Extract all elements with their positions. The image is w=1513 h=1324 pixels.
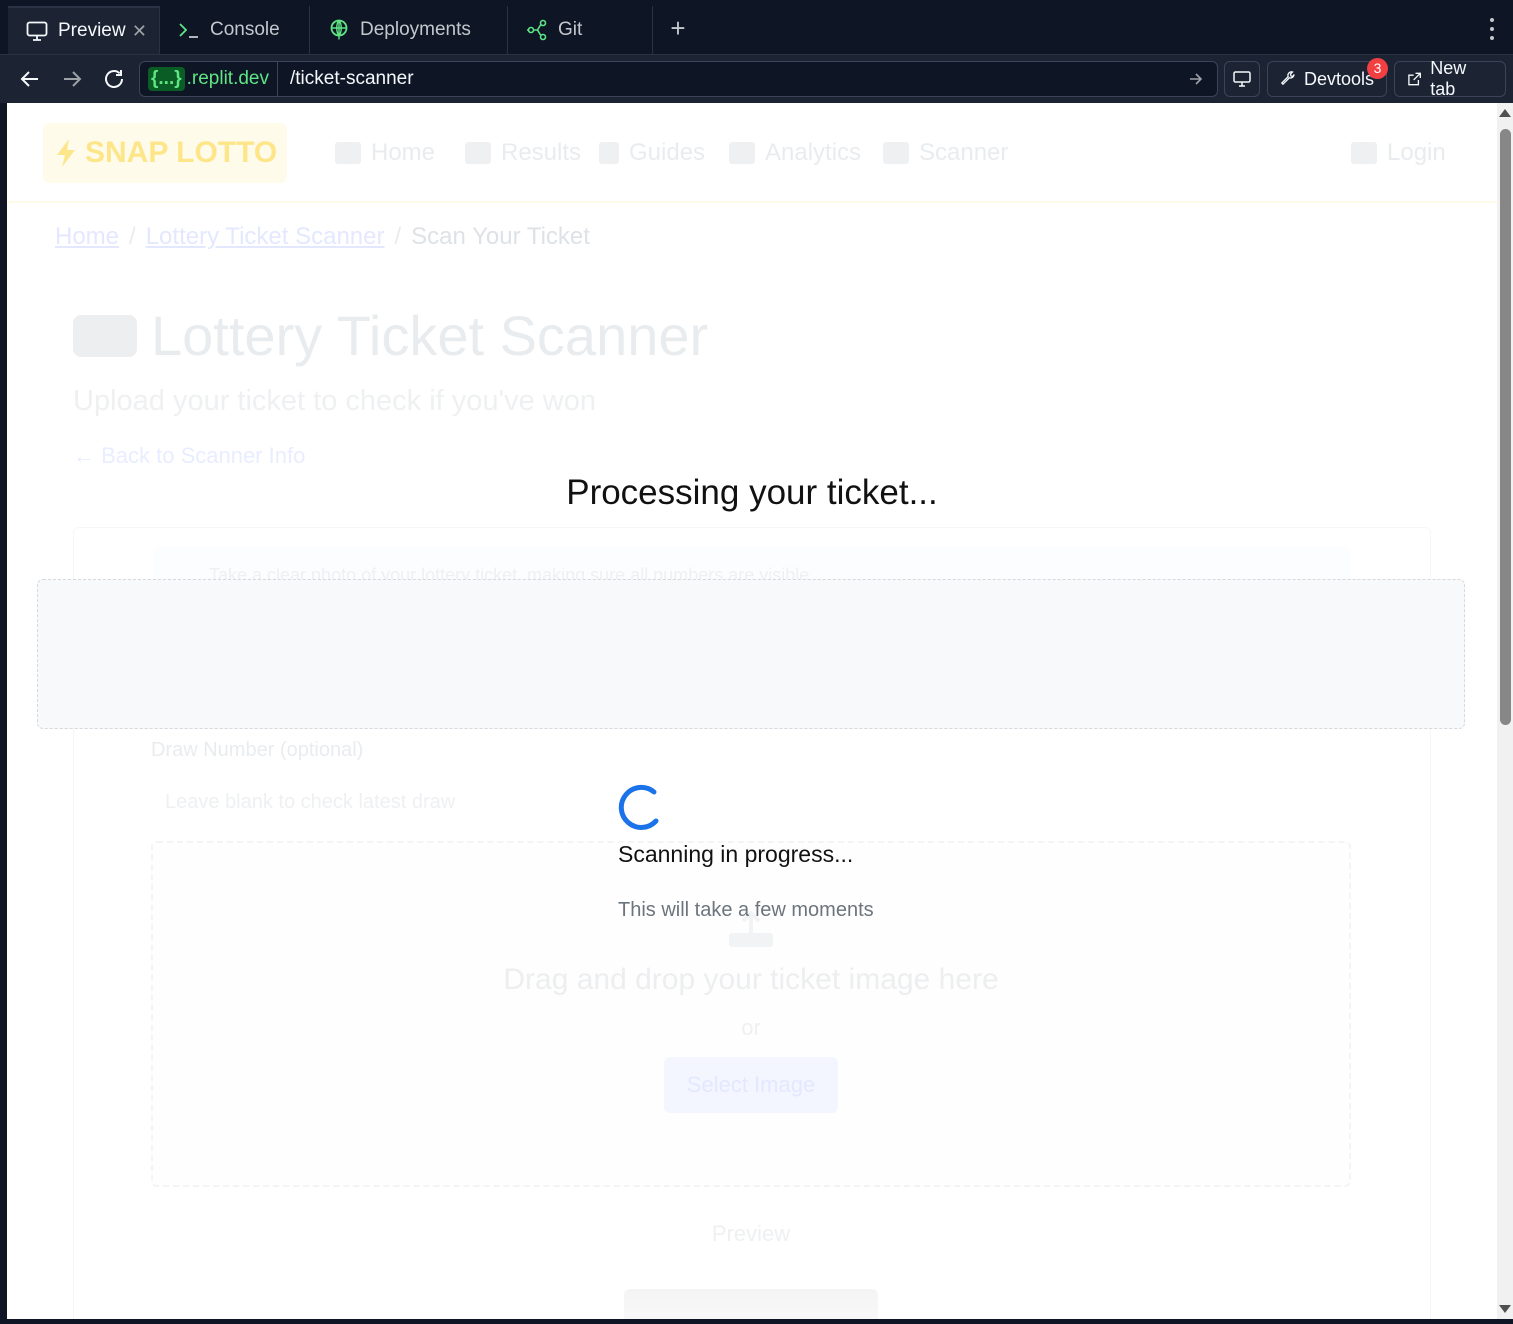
external-link-icon [1408, 72, 1421, 86]
git-branch-icon [526, 19, 548, 41]
preview-url-bar: {...} .replit.dev /ticket-scanner Devtoo… [0, 55, 1513, 103]
arrow-left-icon [20, 71, 38, 87]
url-path[interactable]: /ticket-scanner [290, 68, 1181, 90]
tab-label: Console [210, 19, 280, 40]
devtools-error-badge: 3 [1367, 58, 1388, 79]
processing-overlay: Processing your ticket... Scanning in pr… [7, 103, 1497, 1319]
wrench-icon [1280, 71, 1295, 86]
new-tab-label: New tab [1430, 58, 1467, 99]
device-preview-button[interactable] [1224, 61, 1260, 97]
scrollbar-thumb[interactable] [1500, 129, 1511, 725]
new-tab-button[interactable]: New tab [1394, 58, 1506, 99]
tab-deployments[interactable]: Deployments [310, 6, 508, 54]
add-tab-button[interactable]: + [666, 15, 690, 41]
arrow-right-icon [64, 71, 82, 87]
loading-spinner-icon [618, 784, 659, 830]
tab-label: Deployments [360, 19, 471, 40]
tab-preview[interactable]: Preview ✕ [8, 6, 160, 54]
scanning-status: Scanning in progress... [618, 841, 854, 867]
window-bottom-edge [0, 1319, 1513, 1324]
terminal-icon [178, 19, 200, 41]
scroll-up-icon[interactable] [1499, 109, 1511, 117]
monitor-icon [26, 20, 48, 42]
monitor-icon [1233, 71, 1251, 87]
scanning-note: This will take a few moments [618, 899, 874, 921]
forward-button[interactable] [56, 63, 88, 95]
dev-url-badge: {...} [148, 67, 185, 91]
processing-title: Processing your ticket... [566, 473, 938, 512]
tab-git[interactable]: Git [508, 6, 653, 54]
close-icon[interactable]: ✕ [132, 21, 147, 42]
back-button[interactable] [14, 63, 46, 95]
url-host: {...} .replit.dev [140, 62, 278, 96]
devtools-label: Devtools [1303, 68, 1374, 89]
processing-box [37, 579, 1465, 729]
url-domain: .replit.dev [186, 68, 269, 89]
scroll-down-icon[interactable] [1499, 1305, 1511, 1313]
tab-label: Preview [58, 20, 126, 41]
navigate-arrow-icon[interactable] [1181, 64, 1211, 94]
preview-viewport: SNAP LOTTO Home Results Guides Analytics… [7, 103, 1497, 1319]
refresh-icon [105, 70, 123, 88]
url-input[interactable]: {...} .replit.dev /ticket-scanner [139, 61, 1218, 97]
tab-console[interactable]: Console [160, 6, 310, 54]
reload-button[interactable] [98, 63, 130, 95]
tab-label: Git [558, 19, 583, 40]
preview-scrollbar[interactable] [1497, 103, 1513, 1319]
more-options-icon[interactable] [1484, 18, 1500, 40]
workspace-tabbar: Preview ✕ Console Deployments Git + [0, 0, 1513, 55]
globe-icon [328, 19, 350, 41]
